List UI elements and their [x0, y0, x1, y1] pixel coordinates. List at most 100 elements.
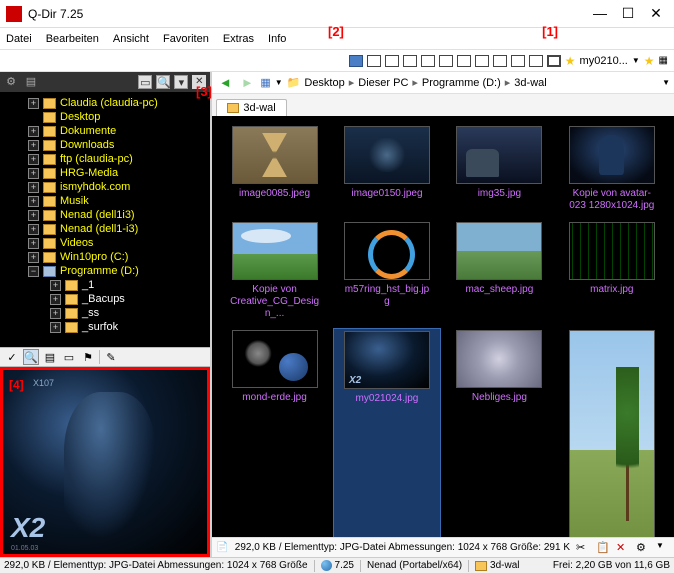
expand-icon[interactable]: + — [28, 140, 39, 151]
menu-ansicht[interactable]: Ansicht — [113, 33, 149, 45]
tree-item[interactable]: +ftp (claudia-pc) — [0, 152, 210, 166]
layout-btn-1[interactable] — [367, 55, 381, 67]
layout-btn-7[interactable] — [475, 55, 489, 67]
expand-icon[interactable]: + — [50, 308, 61, 319]
tree-tool-list-icon[interactable]: ▤ — [24, 75, 38, 89]
menu-datei[interactable]: Datei — [6, 33, 32, 45]
expand-icon[interactable]: + — [28, 210, 39, 221]
status-delete-icon[interactable]: ✕ — [616, 541, 630, 555]
expand-icon[interactable]: + — [50, 294, 61, 305]
expand-icon[interactable]: + — [28, 98, 39, 109]
layout-btn-9[interactable] — [511, 55, 525, 67]
tree-item[interactable]: +Dokumente — [0, 124, 210, 138]
layout-btn-10[interactable] — [529, 55, 543, 67]
status-dropdown-icon[interactable]: ▼ — [656, 541, 670, 555]
breadcrumb-dropdown-icon[interactable]: ▼ — [662, 78, 670, 87]
thumbnail[interactable]: m57ring_hst_big.jpg — [333, 220, 441, 322]
breadcrumb-folder[interactable]: 3d-wal — [514, 77, 546, 89]
close-button[interactable]: ✕ — [644, 5, 668, 22]
iconbar-dropdown-icon[interactable]: ▼ — [632, 56, 640, 65]
layout-btn-6[interactable] — [457, 55, 471, 67]
tree-item[interactable]: Desktop — [0, 110, 210, 124]
tree-tool-page-icon[interactable]: ▭ — [138, 75, 152, 89]
layout-btn-4[interactable] — [421, 55, 435, 67]
tree-item[interactable]: +ismyhdok.com — [0, 180, 210, 194]
expand-icon[interactable]: + — [28, 168, 39, 179]
breadcrumb-pc[interactable]: Dieser PC — [358, 77, 408, 89]
menu-favoriten[interactable]: Favoriten — [163, 33, 209, 45]
thumbnail[interactable]: mond-erde.jpg — [220, 328, 328, 537]
thumbnail[interactable]: Kopie von avatar-023 1280x1024.jpg — [558, 124, 666, 214]
tree-item[interactable]: −Programme (D:) — [0, 264, 210, 278]
thumbnail-view[interactable]: image0085.jpegimage0150.jpegimg35.jpgKop… — [212, 116, 674, 537]
minimize-button[interactable]: — — [588, 5, 612, 22]
tree-item[interactable]: +_ss — [0, 306, 210, 320]
tree-close-button[interactable]: ✕ — [192, 75, 206, 89]
preview-tool-icon[interactable]: ✎ — [103, 349, 119, 365]
layout-btn-5[interactable] — [439, 55, 453, 67]
preview-list-icon[interactable]: ▤ — [42, 349, 58, 365]
tree-item[interactable]: +_Bacups — [0, 292, 210, 306]
tree-item[interactable]: +Musik — [0, 194, 210, 208]
preview-screen-icon[interactable]: ▭ — [61, 349, 77, 365]
preview-magnify-icon[interactable]: 🔍 — [23, 349, 39, 365]
layout-btn-2[interactable] — [385, 55, 399, 67]
menu-bearbeiten[interactable]: Bearbeiten — [46, 33, 99, 45]
menu-extras[interactable]: Extras — [223, 33, 254, 45]
breadcrumb-drive[interactable]: Programme (D:) — [422, 77, 501, 89]
status-gear-icon[interactable]: ⚙ — [636, 541, 650, 555]
tree-item[interactable]: +Win10pro (C:) — [0, 250, 210, 264]
tab-3dwal[interactable]: 3d-wal — [216, 99, 286, 116]
expand-icon[interactable]: + — [28, 126, 39, 137]
expand-icon[interactable]: + — [50, 280, 61, 291]
layout-btn-11[interactable] — [547, 55, 561, 67]
expand-icon[interactable]: + — [50, 322, 61, 333]
tree-item[interactable]: +Nenad (dell1i3) — [0, 208, 210, 222]
tree-item[interactable]: +Nenad (dell1-i3) — [0, 222, 210, 236]
expand-icon[interactable]: + — [28, 182, 39, 193]
tree-tool-icon[interactable]: ⚙ — [4, 75, 18, 89]
tree-item[interactable]: +_surfok — [0, 320, 210, 334]
expand-icon[interactable]: + — [28, 154, 39, 165]
view-dropdown-icon[interactable]: ▼ — [275, 78, 283, 87]
expand-icon[interactable]: + — [28, 224, 39, 235]
favorite-star-icon-2[interactable]: ★ — [644, 54, 655, 68]
menu-info[interactable]: Info — [268, 33, 286, 45]
thumbnail[interactable]: mac_sheep.jpg — [445, 220, 553, 322]
thumbnail[interactable]: Kopie von Creative_CG_Design_... — [220, 220, 328, 322]
folder-tree[interactable]: +Claudia (claudia-pc) Desktop+Dokumente+… — [0, 92, 210, 347]
tree-tool-menu-icon[interactable]: ▾ — [174, 75, 188, 89]
layout-btn-3[interactable] — [403, 55, 417, 67]
layout-save-icon[interactable] — [349, 55, 363, 67]
expand-icon[interactable]: + — [28, 252, 39, 263]
status-paste-icon[interactable]: 📋 — [596, 541, 610, 555]
iconbar-menu-icon[interactable]: ▦ — [659, 55, 668, 66]
thumbnail[interactable]: Nebliges.jpg — [445, 328, 553, 537]
favorite-star-icon[interactable]: ★ — [565, 54, 576, 68]
view-mode-icon[interactable]: ▦ — [260, 76, 270, 89]
preview-filter-icon[interactable]: ⚑ — [80, 349, 96, 365]
breadcrumb-desktop[interactable]: Desktop — [304, 77, 344, 89]
expand-icon[interactable]: − — [28, 266, 39, 277]
expand-icon[interactable]: + — [28, 196, 39, 207]
thumbnail[interactable]: matrix.jpg — [558, 220, 666, 322]
nav-back-button[interactable]: ◄ — [216, 74, 234, 92]
status-copy-icon[interactable]: ✂ — [576, 541, 590, 555]
thumbnail[interactable]: image0150.jpeg — [333, 124, 441, 214]
maximize-button[interactable]: ☐ — [616, 5, 640, 22]
expand-icon[interactable]: + — [28, 238, 39, 249]
folder-tree-icon[interactable]: 📁 — [287, 76, 301, 89]
thumbnail[interactable]: my021024.jpg — [333, 328, 441, 537]
tree-item[interactable]: +Claudia (claudia-pc) — [0, 96, 210, 110]
tree-item[interactable]: +_1 — [0, 278, 210, 292]
tree-tool-magnify-icon[interactable]: 🔍 — [156, 75, 170, 89]
tree-item[interactable]: +Videos — [0, 236, 210, 250]
thumbnail[interactable]: OlivoWallpaper.jpg — [558, 328, 666, 537]
tree-item[interactable]: +Downloads — [0, 138, 210, 152]
iconbar-label[interactable]: my0210... — [580, 55, 628, 67]
preview-check-icon[interactable]: ✓ — [4, 349, 20, 365]
tree-item[interactable]: +HRG-Media — [0, 166, 210, 180]
thumbnail[interactable]: image0085.jpeg — [220, 124, 328, 214]
nav-forward-button[interactable]: ► — [238, 74, 256, 92]
layout-btn-8[interactable] — [493, 55, 507, 67]
